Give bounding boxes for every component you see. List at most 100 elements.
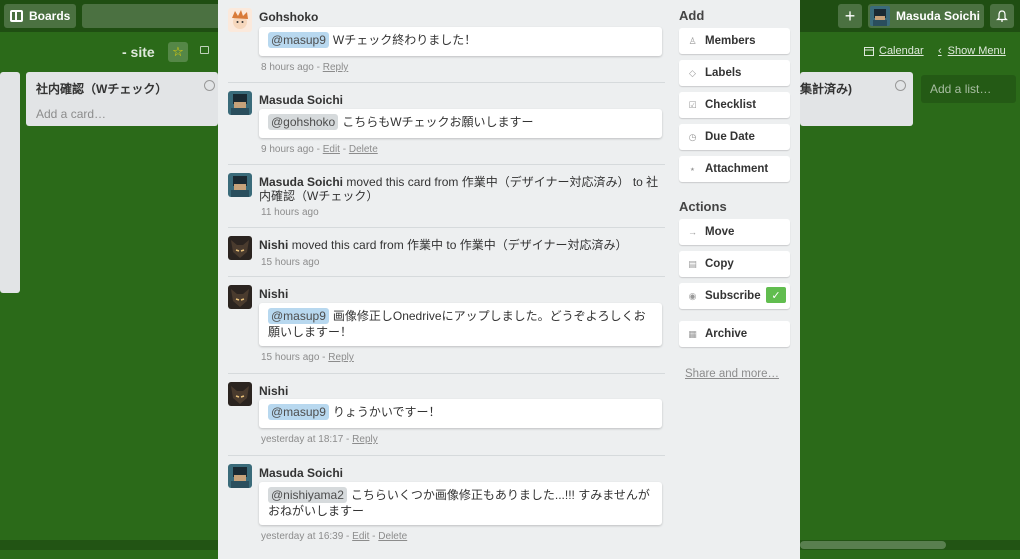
scroll-thumb[interactable] (800, 541, 946, 549)
activity-comment: Gohshoko @masup9 Wチェック終わりました！ 8 hours ago… (228, 0, 665, 83)
comment-author[interactable]: Nishi (259, 287, 288, 301)
mention[interactable]: @masup9 (268, 308, 329, 324)
edit-link[interactable]: Edit (352, 531, 369, 542)
due-date-button[interactable]: ◷ Due Date (679, 124, 790, 150)
activity-comment: Masuda Soichi @nishiyama2 こちらいくつか画像修正もありま… (228, 456, 665, 559)
labels-label: Labels (705, 67, 742, 79)
calendar-icon (864, 47, 874, 56)
add-list-button[interactable]: Add a list… (921, 75, 1016, 103)
timestamp: yesterday at 18:17 (261, 434, 344, 445)
comment-text: りょうかいですー！ (332, 405, 441, 419)
plus-icon: + (844, 5, 856, 26)
list-menu-icon[interactable] (895, 80, 906, 91)
avatar[interactable] (228, 173, 252, 197)
mention[interactable]: @masup9 (268, 404, 329, 420)
actions-heading: Actions (679, 199, 727, 214)
add-card-link[interactable]: Add a card… (36, 107, 106, 121)
comment-meta: 9 hours ago - Edit - Delete (261, 144, 378, 155)
add-button[interactable]: + (838, 4, 862, 28)
members-button[interactable]: ♙ Members (679, 28, 790, 54)
activity-comment: Nishi @masup9 画像修正しOnedriveにアップしました。どうぞよろ… (228, 277, 665, 374)
lock-icon[interactable] (200, 46, 209, 54)
timestamp: 8 hours ago (261, 62, 314, 73)
comment-body: @masup9 画像修正しOnedriveにアップしました。どうぞよろしくお願いし… (259, 303, 662, 346)
action-meta: 11 hours ago (261, 207, 319, 218)
avatar[interactable] (228, 236, 252, 260)
search-input[interactable] (82, 4, 222, 28)
action-meta: 15 hours ago (261, 257, 319, 268)
calendar-label: Calendar (879, 45, 924, 57)
star-button[interactable]: ☆ (168, 42, 188, 62)
comment-text: こちらもWチェックお願いしますー (342, 115, 534, 129)
comment-body: @gohshoko こちらもWチェックお願いしますー (259, 109, 662, 138)
reply-link[interactable]: Reply (328, 352, 354, 363)
action-description: moved this card from 作業中 to 作業中（デザイナー対応済… (291, 238, 628, 252)
subscribe-button[interactable]: ◉ Subscribe ✓ (679, 283, 790, 309)
edit-link[interactable]: Edit (323, 144, 340, 155)
comment-body: @nishiyama2 こちらいくつか画像修正もありました...!!! すみません… (259, 482, 662, 525)
comment-author[interactable]: Nishi (259, 384, 288, 398)
attachment-button[interactable]: ⋆ Attachment (679, 156, 790, 182)
reply-link[interactable]: Reply (323, 62, 349, 73)
due-date-label: Due Date (705, 131, 755, 143)
checklist-button[interactable]: ☑ Checklist (679, 92, 790, 118)
move-label: Move (705, 226, 735, 238)
avatar[interactable] (228, 91, 252, 115)
members-label: Members (705, 35, 756, 47)
comment-body: @masup9 Wチェック終わりました！ (259, 27, 662, 56)
list-naibu-check: 社内確認（Wチェック） Add a card… (26, 72, 218, 126)
chevron-left-icon: ‹ (938, 45, 942, 57)
timestamp: 11 hours ago (261, 207, 319, 218)
archive-icon: ▦ (688, 328, 697, 339)
boards-button[interactable]: Boards (4, 4, 76, 28)
mention[interactable]: @masup9 (268, 32, 329, 48)
show-menu-link[interactable]: ‹ Show Menu (938, 45, 1006, 57)
user-name: Masuda Soichi (896, 9, 981, 23)
comment-author[interactable]: Masuda Soichi (259, 93, 343, 107)
calendar-link[interactable]: Calendar (864, 45, 924, 57)
list-title[interactable]: 社内確認（Wチェック） (36, 80, 167, 97)
delete-link[interactable]: Delete (378, 531, 407, 542)
action-author[interactable]: Nishi (259, 238, 288, 252)
action-text: Nishi moved this card from 作業中 to 作業中（デザ… (259, 238, 659, 252)
copy-icon: ▤ (688, 258, 697, 269)
timestamp: 15 hours ago (261, 352, 320, 363)
list-menu-icon[interactable] (204, 80, 215, 91)
timestamp: yesterday at 16:39 (261, 531, 344, 542)
add-heading: Add (679, 8, 705, 23)
avatar[interactable] (228, 464, 252, 488)
avatar (870, 6, 890, 26)
list-title[interactable]: 集計済み) (800, 80, 852, 97)
card-detail-window: Gohshoko @masup9 Wチェック終わりました！ 8 hours ago… (218, 0, 800, 559)
boards-icon (10, 10, 23, 22)
mention[interactable]: @gohshoko (268, 114, 339, 130)
comment-author[interactable]: Masuda Soichi (259, 466, 343, 480)
activity-action: Masuda Soichi moved this card from 作業中（デ… (228, 165, 665, 228)
copy-button[interactable]: ▤ Copy (679, 251, 790, 277)
move-button[interactable]: → Move (679, 219, 790, 245)
archive-button[interactable]: ▦ Archive (679, 321, 790, 347)
timestamp: 15 hours ago (261, 257, 320, 268)
check-icon: ✓ (766, 287, 786, 303)
user-menu-button[interactable]: Masuda Soichi (868, 4, 984, 28)
action-author[interactable]: Masuda Soichi (259, 175, 343, 189)
avatar[interactable] (228, 285, 252, 309)
labels-button[interactable]: ◇ Labels (679, 60, 790, 86)
delete-link[interactable]: Delete (349, 144, 378, 155)
comment-author[interactable]: Gohshoko (259, 10, 318, 24)
comment-body: @masup9 りょうかいですー！ (259, 399, 662, 428)
avatar[interactable] (228, 8, 252, 32)
subscribe-label: Subscribe (705, 290, 761, 302)
board-title[interactable]: - site (122, 44, 155, 60)
eye-icon: ◉ (688, 290, 697, 301)
reply-link[interactable]: Reply (352, 434, 378, 445)
notifications-button[interactable] (990, 4, 1014, 28)
avatar[interactable] (228, 382, 252, 406)
share-and-more-link[interactable]: Share and more… (685, 368, 779, 380)
person-icon: ♙ (688, 35, 697, 46)
comment-meta: yesterday at 16:39 - Edit - Delete (261, 531, 408, 542)
activity-action: Nishi moved this card from 作業中 to 作業中（デザ… (228, 228, 665, 277)
attachment-label: Attachment (705, 163, 769, 175)
arrow-right-icon: → (688, 227, 697, 237)
mention[interactable]: @nishiyama2 (268, 487, 347, 503)
